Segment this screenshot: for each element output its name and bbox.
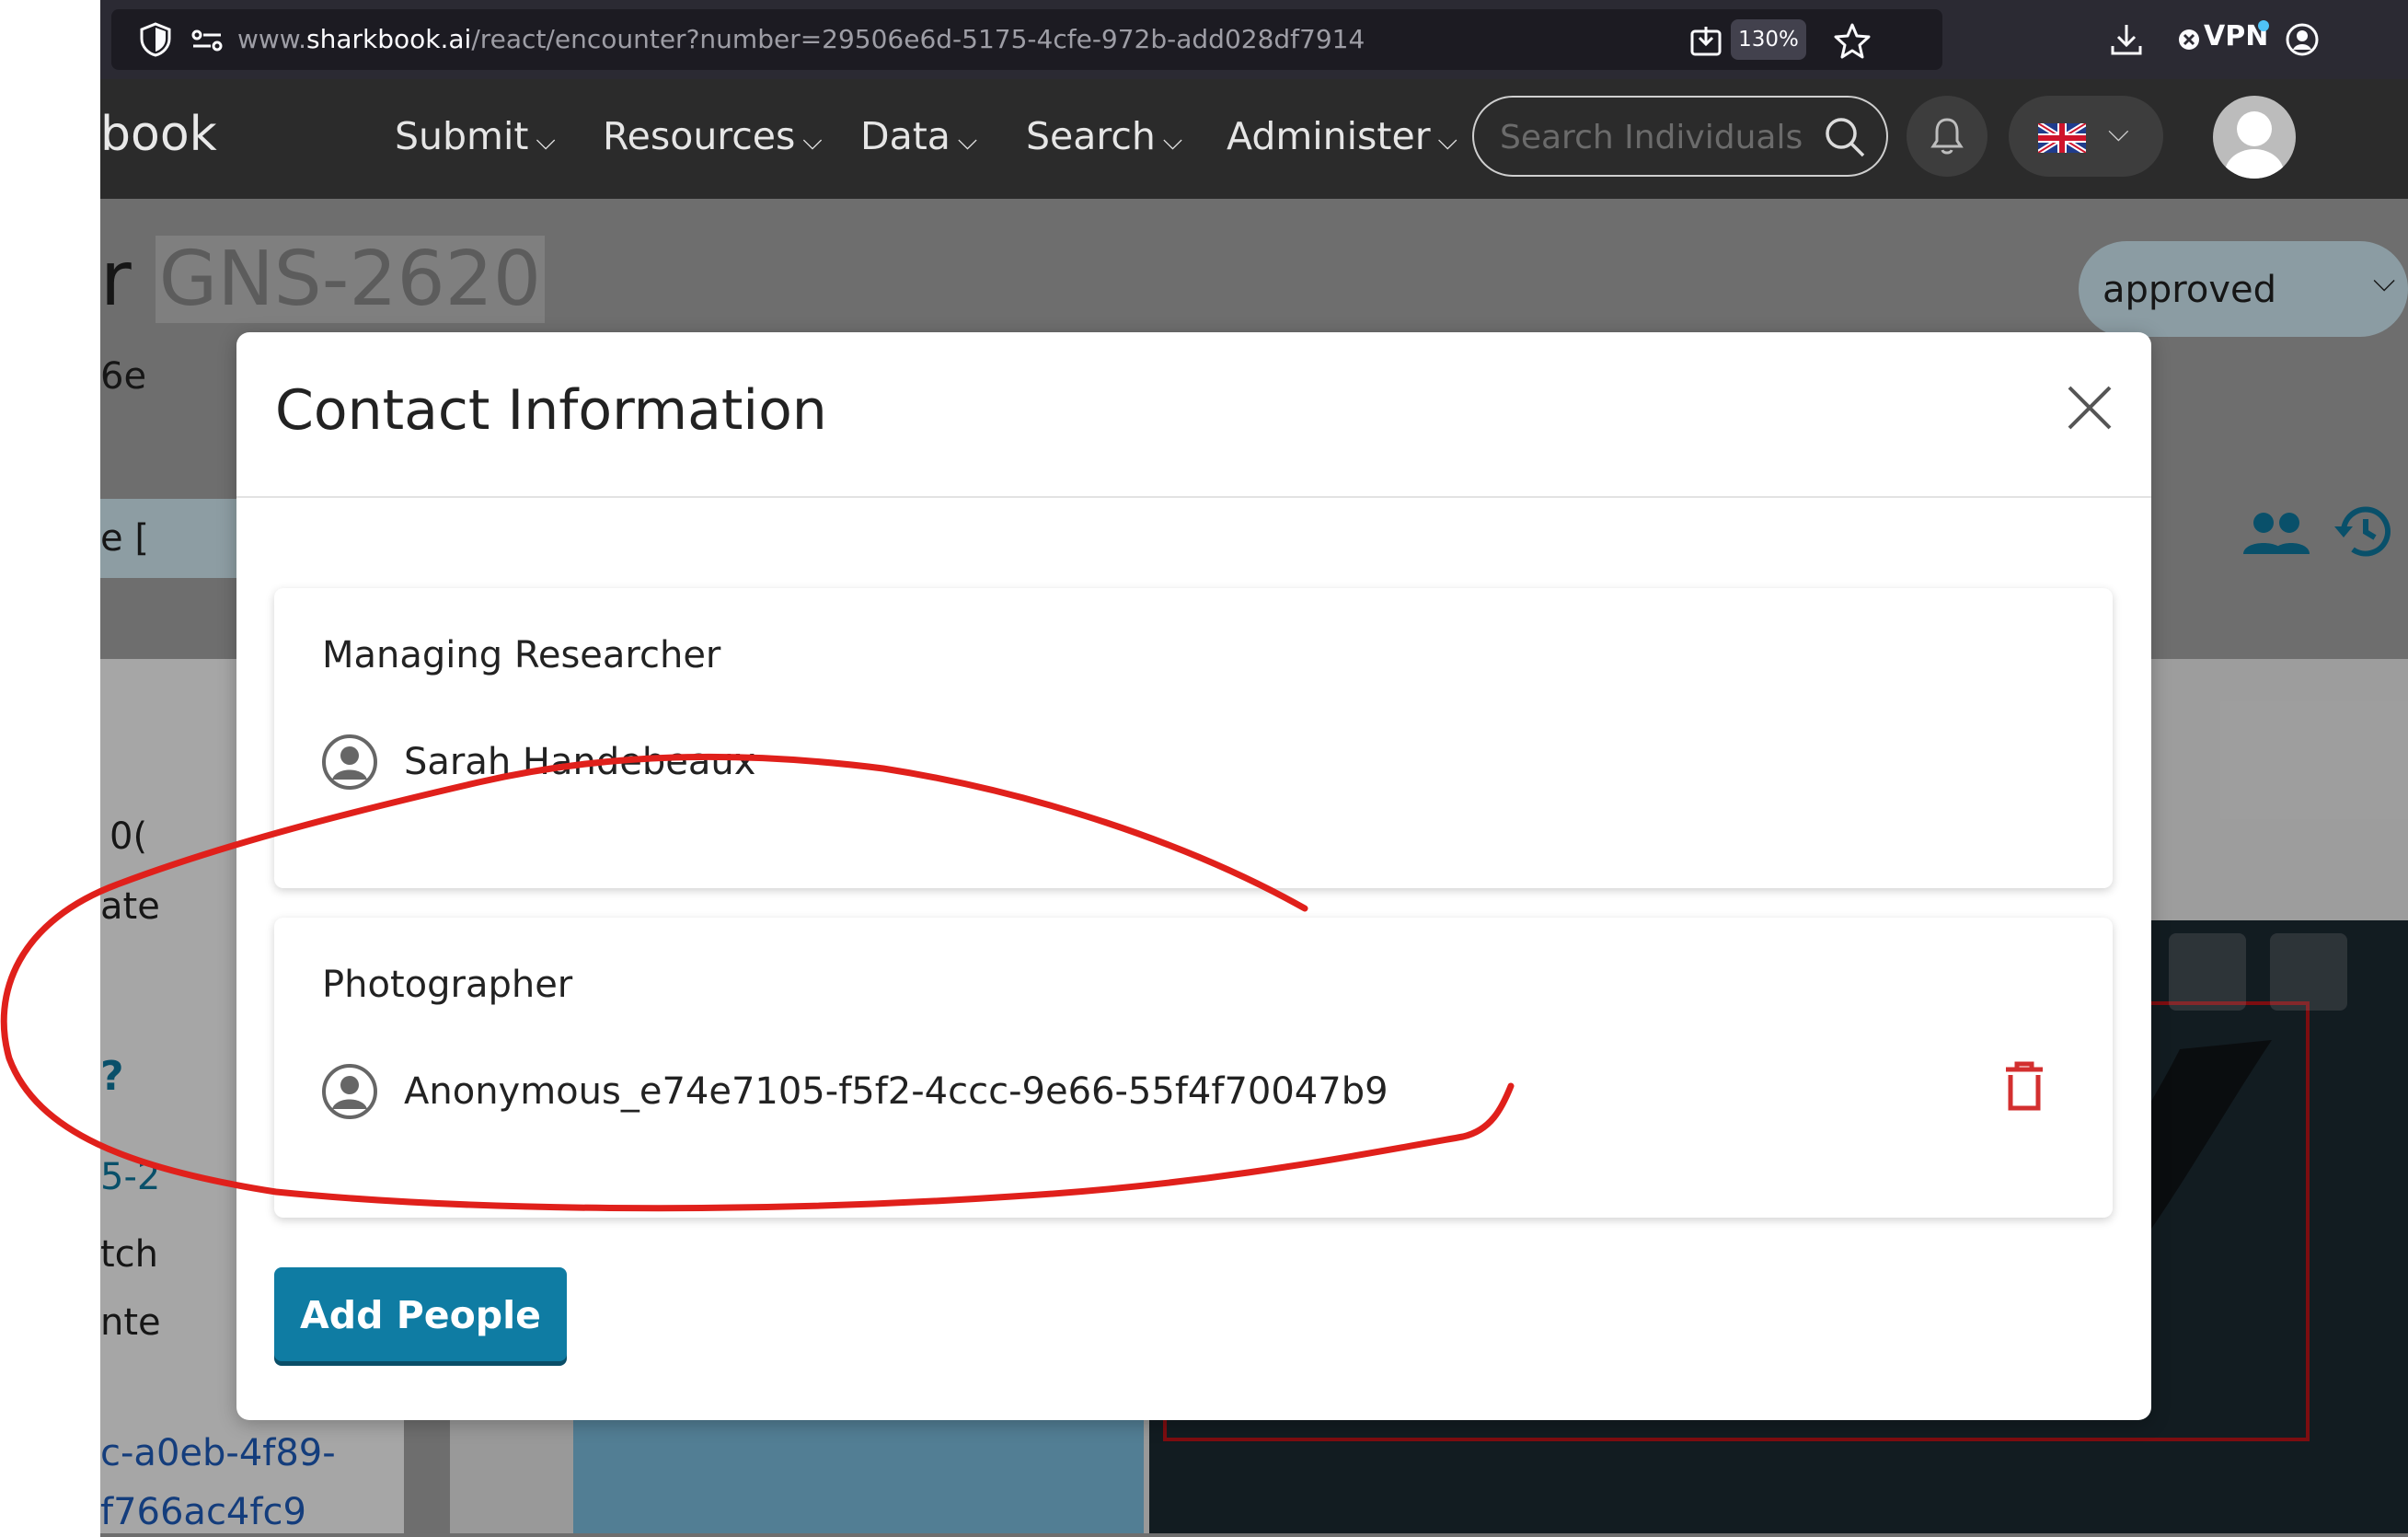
chevron-down-icon: ⌵ [2108,116,2129,148]
downloads-icon[interactable] [2109,22,2144,57]
nav-administer-label: Administer [1227,114,1431,158]
language-selector[interactable]: ⌵ [2009,96,2163,177]
individual-search [1472,96,1888,177]
chevron-down-icon: ⌵ [802,125,823,156]
search-icon[interactable] [1824,116,1866,158]
bell-icon [1930,118,1964,155]
nav-data-label: Data [860,114,951,158]
chevron-down-icon: ⌵ [1162,125,1183,156]
zoom-level-badge[interactable]: 130% [1731,19,1806,60]
nav-submit[interactable]: Submit ⌵ [395,114,556,158]
person-name: Sarah Handebeaux [404,741,756,783]
photographer-card: Photographer Anonymous_e74e7105-f5f2-4cc… [274,918,2113,1218]
add-people-button[interactable]: Add People [274,1267,567,1361]
nav-search-label: Search [1026,114,1156,158]
managing-researcher-card: Managing Researcher Sarah Handebeaux [274,588,2113,888]
nav-administer[interactable]: Administer ⌵ [1227,114,1457,158]
browser-toolbar: www.sharkbook.ai/react/encounter?number=… [100,0,2408,79]
person-name: Anonymous_e74e7105-f5f2-4ccc-9e66-55f4f7… [404,1070,1388,1113]
browser-window: www.sharkbook.ai/react/encounter?number=… [100,0,2408,1537]
nav-submit-label: Submit [395,114,529,158]
modal-title: Contact Information [275,378,827,443]
shield-icon[interactable] [139,22,172,57]
modal-divider [236,496,2151,498]
nav-data[interactable]: Data ⌵ [860,114,977,158]
vpn-dot [2258,20,2269,31]
close-icon[interactable] [2064,382,2115,433]
notifications-button[interactable] [1907,96,1987,177]
chevron-down-icon: ⌵ [536,125,556,156]
trash-icon[interactable] [2002,1060,2046,1114]
nav-resources-label: Resources [603,114,796,158]
nav-resources[interactable]: Resources ⌵ [603,114,823,158]
account-icon[interactable] [2285,22,2320,57]
site-permissions-icon[interactable] [190,28,224,53]
user-avatar[interactable] [2213,96,2296,179]
user-silhouette-icon [2225,111,2284,179]
bookmark-star-icon[interactable] [1834,22,1871,59]
uk-flag-icon [2038,123,2086,153]
site-brand[interactable]: book [100,107,217,162]
save-page-icon[interactable] [1689,24,1722,57]
person-circle-icon [322,1064,377,1119]
address-bar[interactable]: www.sharkbook.ai/react/encounter?number=… [111,9,1942,70]
person-circle-icon [322,734,377,790]
chevron-down-icon: ⌵ [1437,125,1457,156]
search-input[interactable] [1498,114,1815,160]
role-label: Photographer [322,964,573,1006]
url-text[interactable]: www.sharkbook.ai/react/encounter?number=… [237,24,1365,54]
left-window-strip [0,0,100,1537]
vpn-status-icon[interactable] [2178,29,2200,51]
site-navbar: book Submit ⌵ Resources ⌵ Data ⌵ Search ⌵ Ad… [100,79,2408,199]
role-label: Managing Researcher [322,634,721,676]
nav-search[interactable]: Search ⌵ [1026,114,1182,158]
chevron-down-icon: ⌵ [957,125,978,156]
contact-info-modal: Contact Information Managing Researcher … [236,332,2151,1420]
